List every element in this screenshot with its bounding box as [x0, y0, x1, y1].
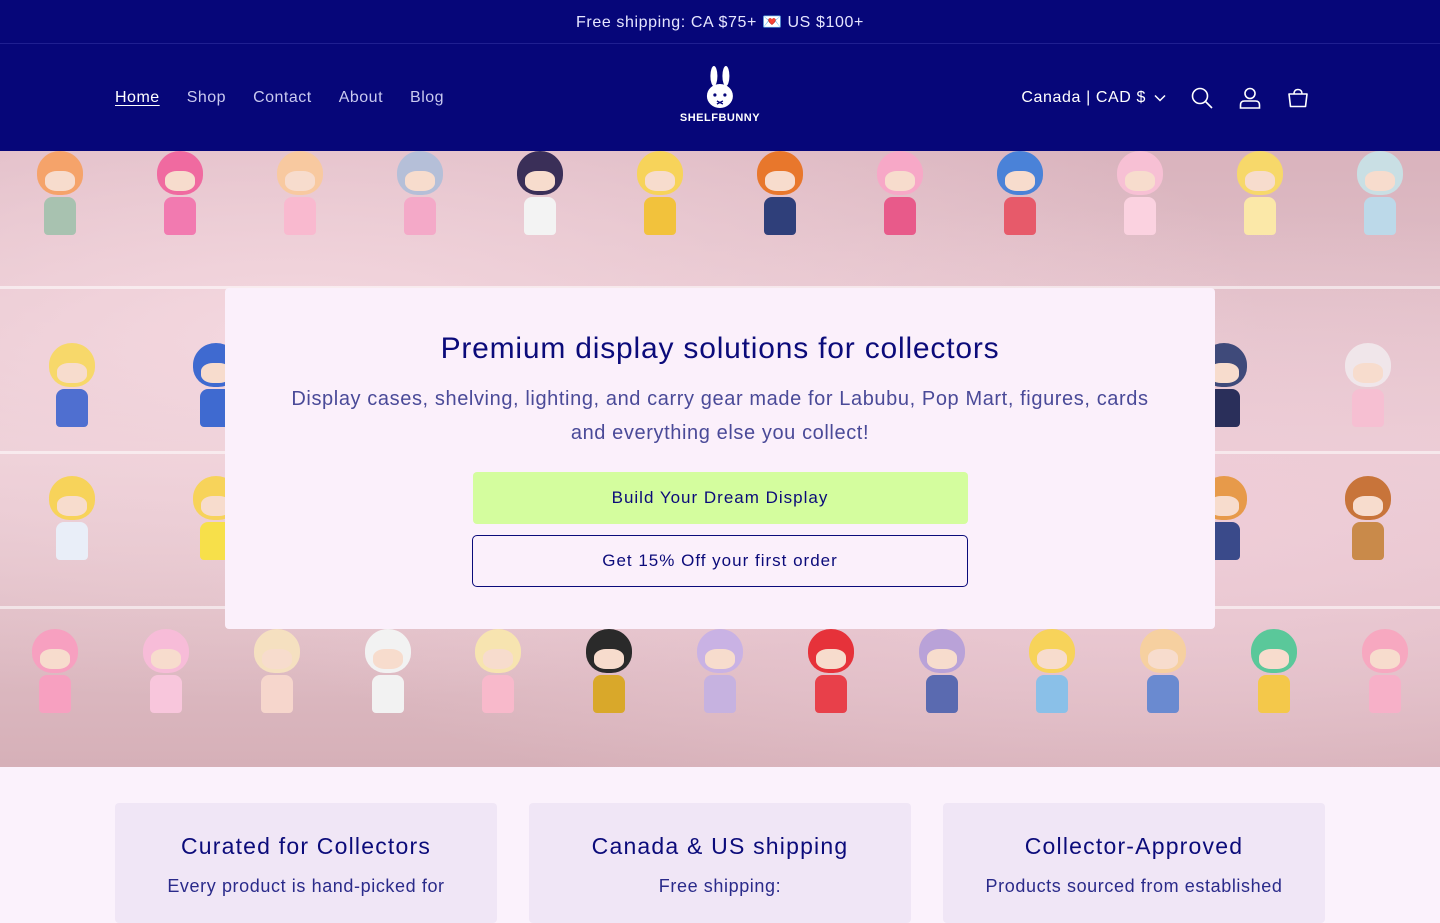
hero-banner: Premium display solutions for collectors… — [0, 151, 1440, 767]
nav-item-home[interactable]: Home — [115, 89, 160, 107]
cart-button[interactable] — [1274, 74, 1322, 122]
feature-card-shipping: Canada & US shipping Free shipping: — [529, 803, 911, 923]
currency-label: Canada | CAD $ — [1021, 88, 1146, 106]
account-button[interactable] — [1226, 74, 1274, 122]
logo-wordmark: SHELFBUNNY — [680, 112, 760, 124]
cart-icon — [1288, 88, 1308, 107]
hero-title: Premium display solutions for collectors — [440, 332, 1000, 365]
header-actions: Canada | CAD $ — [1021, 44, 1322, 151]
chevron-down-icon — [1154, 94, 1166, 102]
account-icon — [1239, 87, 1261, 109]
feature-text: Every product is hand-picked for — [167, 876, 445, 896]
figure-row-4 — [0, 629, 1440, 713]
discount-button[interactable]: Get 15% Off your first order — [472, 535, 968, 587]
search-icon — [1191, 87, 1213, 109]
feature-title: Curated for Collectors — [180, 833, 432, 859]
features-section: Curated for Collectors Every product is … — [115, 803, 1325, 923]
logo-wordmark-bunny: BUNNY — [718, 112, 761, 124]
figure-row-1 — [0, 151, 1440, 235]
hero-card: Premium display solutions for collectors… — [225, 288, 1215, 629]
search-button[interactable] — [1178, 74, 1226, 122]
feature-card-approved: Collector-Approved Products sourced from… — [943, 803, 1325, 923]
announcement-bar: Free shipping: CA $75+ 💌 US $100+ — [0, 0, 1440, 44]
nav-item-blog[interactable]: Blog — [410, 89, 444, 107]
build-display-button[interactable]: Build Your Dream Display — [472, 472, 968, 524]
feature-title: Canada & US shipping — [591, 833, 849, 859]
announcement-text: Free shipping: CA $75+ 💌 US $100+ — [576, 13, 864, 31]
site-logo[interactable]: SHELFBUNNY — [680, 66, 760, 124]
logo-wordmark-shelf: SHELF — [679, 112, 719, 124]
feature-text: Free shipping: — [658, 876, 782, 896]
nav-item-about[interactable]: About — [339, 89, 383, 107]
nav-item-shop[interactable]: Shop — [187, 89, 226, 107]
site-header: Home Shop Contact About Blog SHELFBUNNY … — [0, 44, 1440, 151]
nav-item-contact[interactable]: Contact — [253, 89, 312, 107]
feature-card-curated: Curated for Collectors Every product is … — [115, 803, 497, 923]
hero-subtitle: Display cases, shelving, lighting, and c… — [291, 388, 1149, 444]
country-currency-selector[interactable]: Canada | CAD $ — [1021, 89, 1166, 107]
feature-text: Products sourced from established — [985, 876, 1283, 896]
bunny-logo-icon — [707, 66, 733, 108]
feature-title: Collector-Approved — [1024, 833, 1244, 859]
main-nav: Home Shop Contact About Blog — [115, 44, 444, 151]
